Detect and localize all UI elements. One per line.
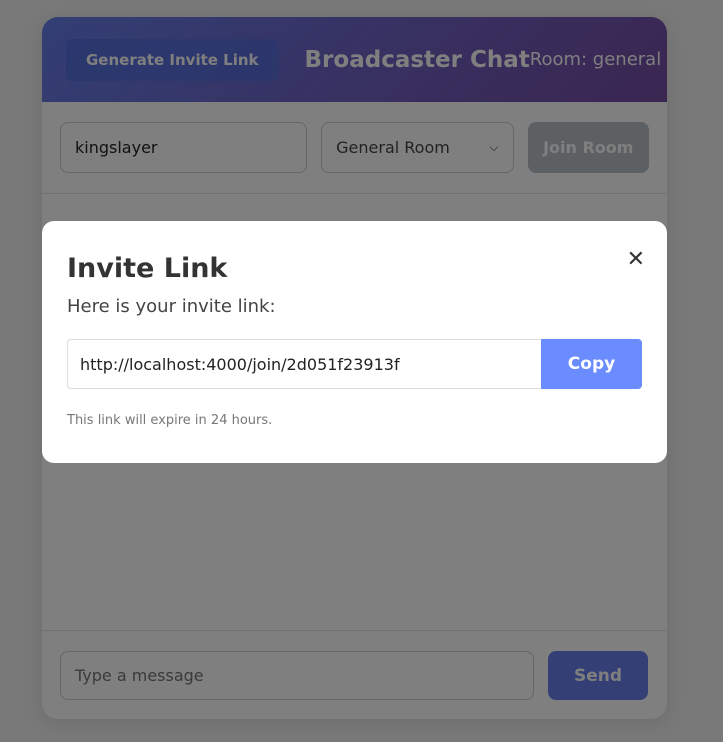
link-row: Copy [67, 339, 642, 389]
copy-button[interactable]: Copy [541, 339, 642, 389]
modal-title: Invite Link [67, 253, 228, 284]
invite-modal: ✕ Invite Link Here is your invite link: … [42, 221, 667, 463]
expiry-note: This link will expire in 24 hours. [67, 413, 273, 428]
modal-description: Here is your invite link: [67, 296, 276, 317]
close-icon[interactable]: ✕ [627, 247, 645, 272]
invite-link-input[interactable] [67, 339, 541, 389]
